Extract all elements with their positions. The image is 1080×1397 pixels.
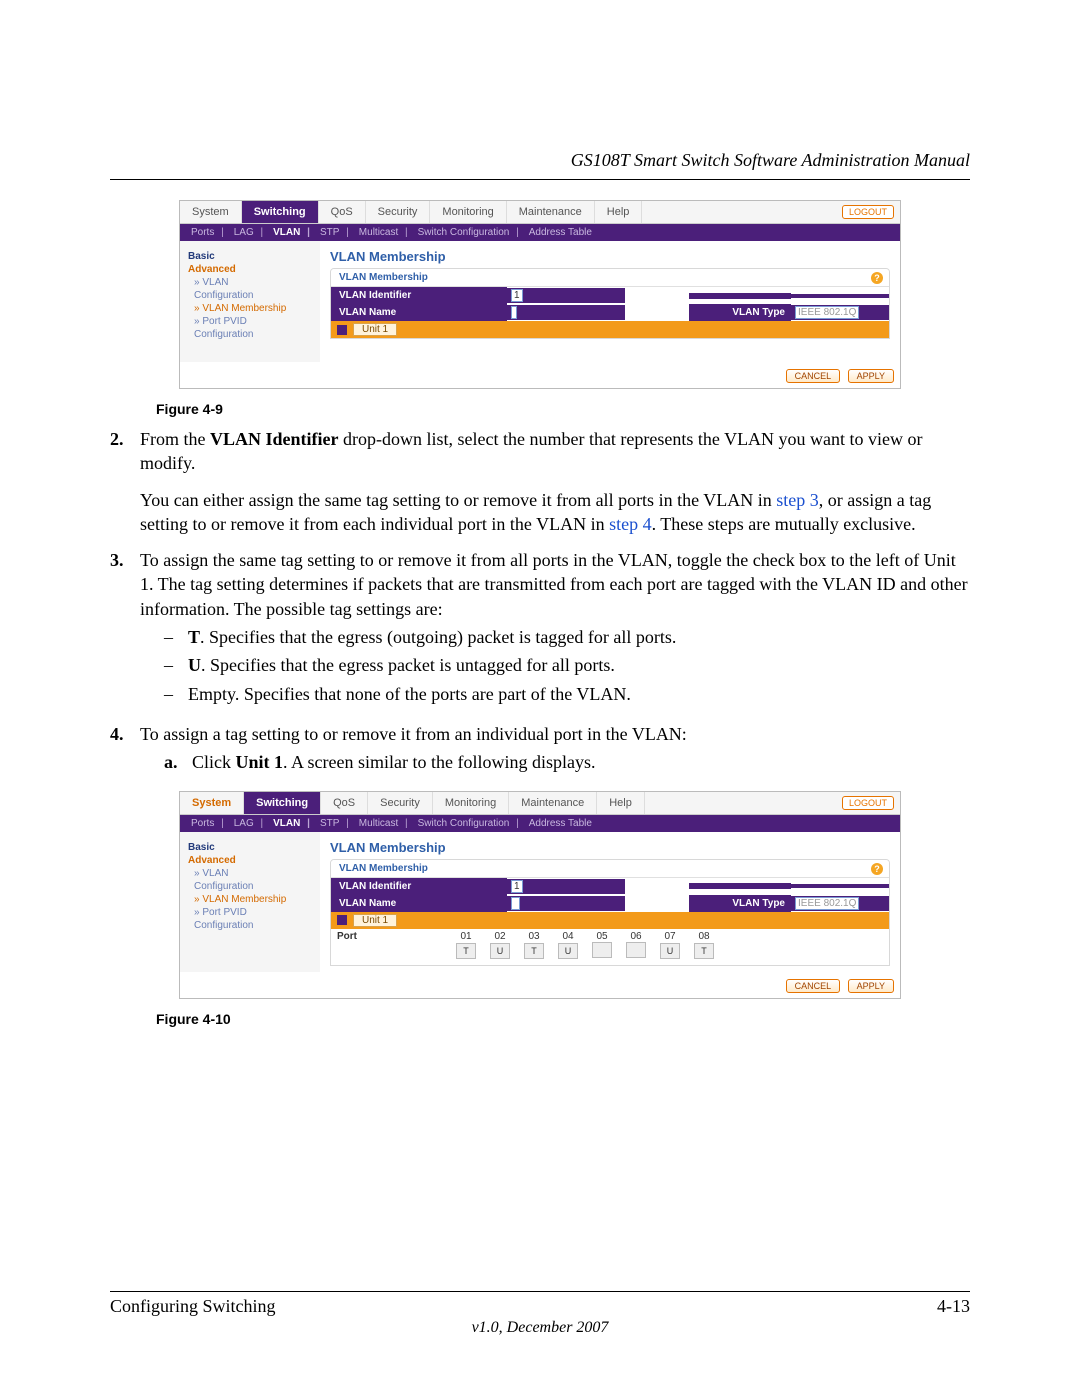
footer-version: v1.0, December 2007 xyxy=(110,1319,970,1337)
subtab-vlan[interactable]: VLAN xyxy=(270,227,313,238)
link-step-4[interactable]: step 4 xyxy=(609,514,652,534)
vlan-name-input[interactable] xyxy=(511,306,517,319)
unit-toggle-checkbox[interactable] xyxy=(337,325,347,335)
apply-button-2[interactable]: APPLY xyxy=(848,979,894,993)
link-step-3[interactable]: step 3 xyxy=(776,490,819,510)
help-icon[interactable]: ? xyxy=(871,272,883,284)
figure-4-9-caption: Figure 4-9 xyxy=(156,401,970,417)
tab-switching[interactable]: Switching xyxy=(242,201,319,223)
subtab-stp[interactable]: STP xyxy=(317,227,352,238)
sidebar: Basic Advanced » VLAN Configuration » VL… xyxy=(180,241,320,362)
vlan-identifier-select-2[interactable]: 1 xyxy=(511,880,523,893)
tab-monitoring[interactable]: Monitoring xyxy=(430,201,506,223)
sidebar-item-configuration-2[interactable]: Configuration xyxy=(194,329,312,340)
step-2: 2. From the VLAN Identifier drop-down li… xyxy=(110,427,970,476)
tab-help-2[interactable]: Help xyxy=(597,792,645,814)
sub-tabs: Ports LAG VLAN STP Multicast Switch Conf… xyxy=(180,224,900,241)
tab-security[interactable]: Security xyxy=(366,201,431,223)
unit-toggle-checkbox-2[interactable] xyxy=(337,915,347,925)
vlan-type-label: VLAN Type xyxy=(689,304,791,321)
sidebar-item-vlan[interactable]: » VLAN xyxy=(194,277,312,288)
port-grid: Port 01 02 03 04 05 06 07 08 T xyxy=(331,929,889,965)
manual-page: { "header_title": "GS108T Smart Switch S… xyxy=(0,0,1080,1397)
vlan-name-label: VLAN Name xyxy=(331,304,507,321)
sidebar-basic[interactable]: Basic xyxy=(188,251,312,262)
help-icon-2[interactable]: ? xyxy=(871,863,883,875)
port-08-state[interactable]: T xyxy=(694,943,714,959)
port-02-state[interactable]: U xyxy=(490,943,510,959)
port-03-state[interactable]: T xyxy=(524,943,544,959)
tab-security-2[interactable]: Security xyxy=(368,792,433,814)
tab-maintenance-2[interactable]: Maintenance xyxy=(509,792,597,814)
port-04-state[interactable]: U xyxy=(558,943,578,959)
footer-section: Configuring Switching xyxy=(110,1296,276,1317)
step-2-note: You can either assign the same tag setti… xyxy=(140,488,970,537)
subtab-switch-config[interactable]: Switch Configuration xyxy=(415,227,522,238)
port-05-state[interactable] xyxy=(592,942,612,958)
sidebar-item-vlan-membership[interactable]: » VLAN Membership xyxy=(194,303,312,314)
subtab-lag[interactable]: LAG xyxy=(231,227,266,238)
unit-1-button-2[interactable]: Unit 1 xyxy=(353,914,397,927)
step-4: 4. To assign a tag setting to or remove … xyxy=(110,722,970,779)
subtab-address-table[interactable]: Address Table xyxy=(526,227,595,238)
tab-maintenance[interactable]: Maintenance xyxy=(507,201,595,223)
cancel-button-2[interactable]: CANCEL xyxy=(786,979,841,993)
figure-4-10-caption: Figure 4-10 xyxy=(156,1011,970,1027)
vlan-identifier-select[interactable]: 1 xyxy=(511,289,523,302)
port-07-state[interactable]: U xyxy=(660,943,680,959)
vlan-name-input-2[interactable] xyxy=(511,897,520,910)
subtab-ports[interactable]: Ports xyxy=(188,227,227,238)
figure-4-10: System Switching QoS Security Monitoring… xyxy=(179,791,901,999)
sidebar-item-configuration[interactable]: Configuration xyxy=(194,290,312,301)
cancel-button[interactable]: CANCEL xyxy=(786,369,841,383)
tab-system[interactable]: System xyxy=(180,201,242,223)
logout-button[interactable]: LOGOUT xyxy=(842,205,894,219)
tab-help[interactable]: Help xyxy=(595,201,643,223)
logout-button-2[interactable]: LOGOUT xyxy=(842,796,894,810)
port-row-label: Port xyxy=(337,931,447,942)
port-06-state[interactable] xyxy=(626,942,646,958)
page-header-title: GS108T Smart Switch Software Administrat… xyxy=(110,150,970,171)
subtab-multicast[interactable]: Multicast xyxy=(356,227,411,238)
main-tabs: System Switching QoS Security Monitoring… xyxy=(180,201,900,224)
header-rule xyxy=(110,179,970,180)
tab-qos-2[interactable]: QoS xyxy=(321,792,368,814)
tab-system-2[interactable]: System xyxy=(180,792,244,814)
tab-qos[interactable]: QoS xyxy=(319,201,366,223)
sidebar-advanced[interactable]: Advanced xyxy=(188,264,312,275)
vlan-type-value: IEEE 802.1Q xyxy=(795,306,859,319)
tab-monitoring-2[interactable]: Monitoring xyxy=(433,792,509,814)
panel-subtitle: VLAN Membership ? xyxy=(331,269,889,287)
sidebar-item-port-pvid[interactable]: » Port PVID xyxy=(194,316,312,327)
vlan-identifier-label: VLAN Identifier xyxy=(331,287,507,304)
page-footer: Configuring Switching 4-13 v1.0, Decembe… xyxy=(110,1285,970,1337)
footer-page-number: 4-13 xyxy=(937,1296,970,1317)
port-01-state[interactable]: T xyxy=(456,943,476,959)
step-3: 3. To assign the same tag setting to or … xyxy=(110,548,970,710)
figure-4-9: System Switching QoS Security Monitoring… xyxy=(179,200,901,389)
tab-switching-2[interactable]: Switching xyxy=(244,792,321,814)
unit-1-button[interactable]: Unit 1 xyxy=(353,323,397,336)
panel-title: VLAN Membership xyxy=(330,249,890,264)
apply-button[interactable]: APPLY xyxy=(848,369,894,383)
